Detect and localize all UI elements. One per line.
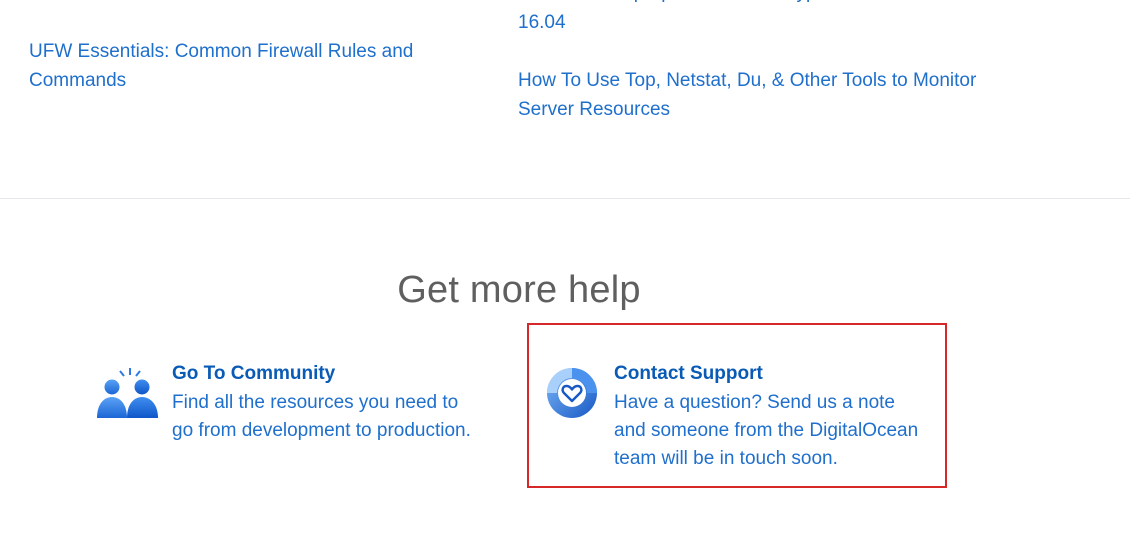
article-link-partial-right-line[interactable]: 16.04	[518, 8, 566, 37]
community-icon	[96, 368, 164, 425]
support-desc-line2: and someone from the DigitalOcean	[614, 420, 919, 441]
community-desc-line2: go from development to production.	[172, 420, 471, 441]
contact-support-title: Contact Support	[614, 363, 763, 384]
article-link-partial-right[interactable]: How To Set Up Apache with Encryption and…	[518, 0, 898, 7]
contact-support-desc: Have a question? Send us a note and some…	[614, 389, 918, 473]
support-heart-icon	[546, 367, 600, 426]
article-link-ufw-line2: Commands	[29, 70, 127, 91]
section-divider	[0, 198, 1130, 199]
community-desc-line1: Find all the resources you need to	[172, 392, 459, 413]
go-to-community-title: Go To Community	[172, 363, 336, 384]
support-desc-line1: Have a question? Send us a note	[614, 392, 895, 413]
article-link-monitor-line2: Server Resources	[518, 99, 671, 120]
article-link-monitor-tools[interactable]: How To Use Top, Netstat, Du, & Other Too…	[518, 66, 976, 124]
support-desc-line3: team will be in touch soon.	[614, 448, 838, 469]
contact-support-card[interactable]: Contact Support Have a question? Send us…	[546, 362, 936, 480]
page: UFW Essentials: How to Setup a Basic Fir…	[0, 0, 1130, 538]
article-link-monitor-line1: How To Use Top, Netstat, Du, & Other Too…	[518, 70, 977, 91]
article-link-ufw-essentials[interactable]: UFW Essentials: Common Firewall Rules an…	[29, 37, 413, 95]
get-more-help-heading: Get more help	[397, 268, 641, 311]
article-link-ufw-line1: UFW Essentials: Common Firewall Rules an…	[29, 41, 414, 62]
go-to-community-card[interactable]: Go To Community Find all the resources y…	[96, 362, 496, 452]
article-link-partial-left[interactable]: UFW Essentials: How to Setup a Basic Fir…	[29, 0, 179, 7]
go-to-community-desc: Find all the resources you need to go fr…	[172, 389, 471, 445]
